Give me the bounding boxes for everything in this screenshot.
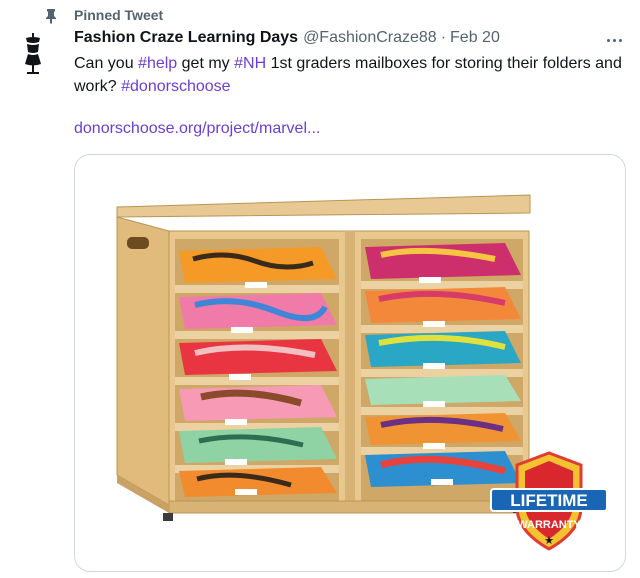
separator-dot: ·	[440, 29, 447, 46]
badge-star: ★	[544, 534, 554, 547]
badge-line2: WARRANTY	[517, 519, 581, 531]
project-link[interactable]: donorschoose.org/project/marvel...	[74, 120, 320, 138]
hashtag-help[interactable]: #help	[138, 55, 177, 72]
tweet-text-segment: Can you	[74, 55, 139, 72]
pinned-label: Pinned Tweet	[74, 7, 164, 23]
media-image: LIFETIME WARRANTY ★	[116, 194, 608, 551]
tweet-date[interactable]: Feb 20	[450, 29, 500, 47]
avatar[interactable]	[20, 32, 46, 76]
author-name[interactable]: Fashion Craze Learning Days	[74, 29, 298, 47]
hashtag-donorschoose[interactable]: #donorschoose	[121, 78, 230, 95]
hashtag-nh[interactable]: #NH	[234, 55, 266, 72]
tweet-media-card[interactable]: LIFETIME WARRANTY ★	[74, 154, 626, 572]
pin-icon	[46, 9, 56, 24]
badge-line1: LIFETIME	[510, 491, 587, 510]
tweet-text: Can you #help get my #NH 1st graders mai…	[74, 52, 630, 98]
more-icon[interactable]	[600, 30, 628, 50]
tweet-text-segment: get my	[177, 55, 235, 72]
tweet-header: Fashion Craze Learning Days @FashionCraz…	[74, 29, 500, 51]
dress-form-logo	[25, 33, 41, 74]
author-handle[interactable]: @FashionCraze88	[303, 29, 437, 47]
